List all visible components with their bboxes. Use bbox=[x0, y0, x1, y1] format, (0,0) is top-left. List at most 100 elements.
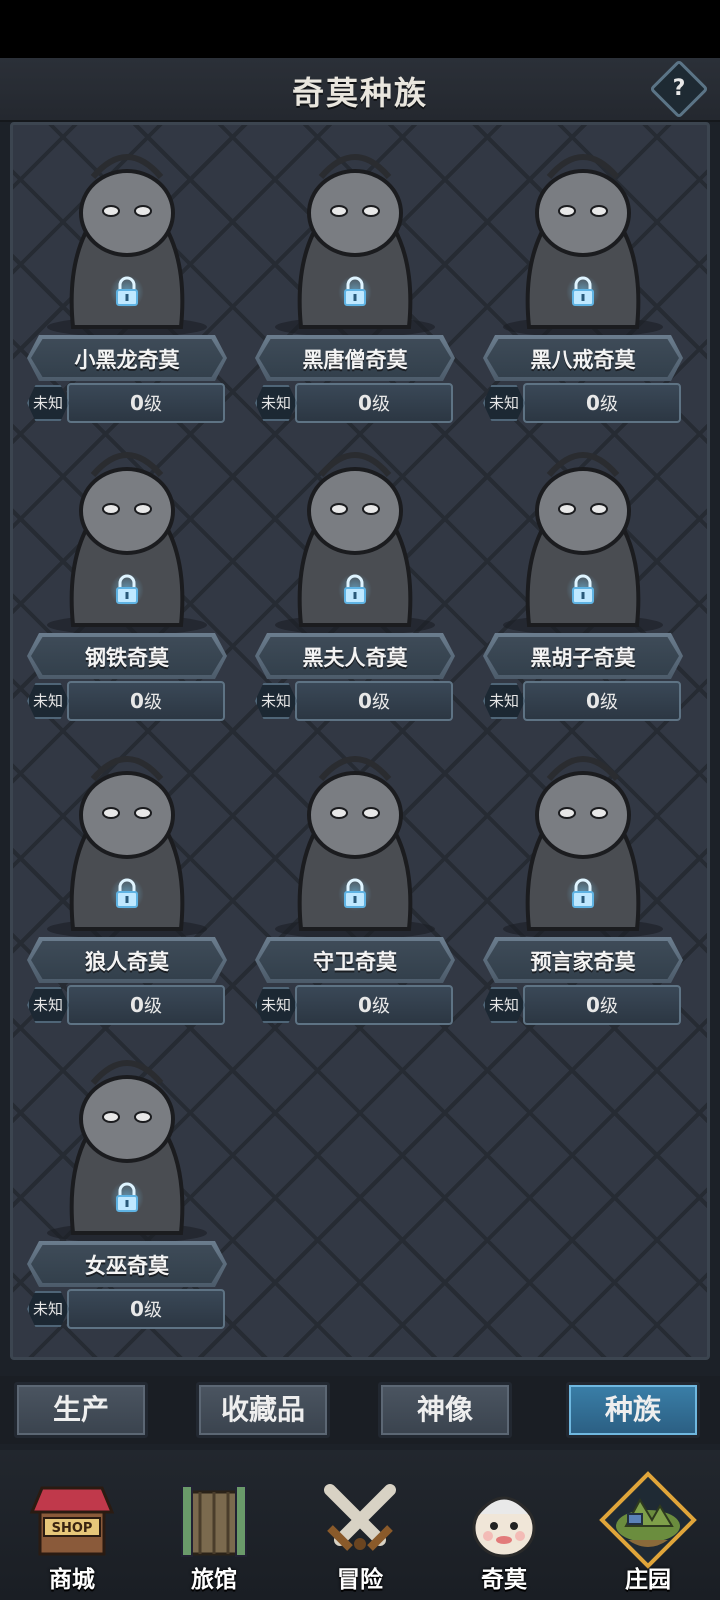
level-unit: 级 bbox=[143, 1300, 162, 1321]
shop-icon: SHOP bbox=[22, 1470, 122, 1570]
nav-shop-label: 商城 bbox=[49, 1567, 95, 1593]
name-banner: 小黑龙奇莫 bbox=[27, 335, 227, 381]
level-row: 0级 未知 bbox=[27, 985, 227, 1025]
nav-inn-label: 旅馆 bbox=[191, 1567, 237, 1593]
level-box: 0级 bbox=[295, 985, 453, 1025]
nav-shop[interactable]: SHOP 商城 bbox=[0, 1450, 144, 1600]
race-card[interactable]: 女巫奇莫 0级 未知 bbox=[19, 1023, 235, 1329]
lock-icon bbox=[110, 1181, 144, 1215]
qimo-character-icon bbox=[454, 1470, 554, 1570]
lock-icon bbox=[110, 275, 144, 309]
level-value: 0 bbox=[358, 993, 372, 1017]
name-banner: 黑胡子奇莫 bbox=[483, 633, 683, 679]
level-value: 0 bbox=[586, 993, 600, 1017]
race-card[interactable]: 狼人奇莫 0级 未知 bbox=[19, 719, 235, 1025]
status-bar bbox=[0, 0, 720, 58]
level-box: 0级 bbox=[67, 985, 225, 1025]
lock-icon bbox=[566, 275, 600, 309]
race-card[interactable]: 黑胡子奇莫 0级 未知 bbox=[475, 415, 691, 721]
status-badge: 未知 bbox=[483, 987, 525, 1023]
name-banner: 黑八戒奇莫 bbox=[483, 335, 683, 381]
status-badge: 未知 bbox=[27, 1291, 69, 1327]
level-value: 0 bbox=[358, 689, 372, 713]
race-card[interactable]: 黑夫人奇莫 0级 未知 bbox=[247, 415, 463, 721]
lock-icon bbox=[566, 877, 600, 911]
race-grid: 小黑龙奇莫 0级 未知 黑唐僧奇莫 0级 未知 黑八戒奇莫 0级 未知 钢铁奇莫 0级 未知 黑夫人奇莫… bbox=[10, 122, 710, 1360]
name-banner: 预言家奇莫 bbox=[483, 937, 683, 983]
level-unit: 级 bbox=[143, 996, 162, 1017]
shop-sign-text: SHOP bbox=[52, 1521, 93, 1536]
page-title: 奇莫种族 bbox=[291, 74, 428, 112]
name-banner: 狼人奇莫 bbox=[27, 937, 227, 983]
level-unit: 级 bbox=[599, 692, 618, 713]
race-name: 小黑龙奇莫 bbox=[74, 348, 180, 372]
lock-icon bbox=[110, 573, 144, 607]
race-card[interactable]: 预言家奇莫 0级 未知 bbox=[475, 719, 691, 1025]
level-unit: 级 bbox=[371, 692, 390, 713]
help-icon: ? bbox=[672, 76, 686, 101]
nav-manor-label: 庄园 bbox=[625, 1567, 671, 1593]
level-value: 0 bbox=[130, 993, 144, 1017]
inn-gate-icon bbox=[164, 1470, 264, 1570]
name-banner: 女巫奇莫 bbox=[27, 1241, 227, 1287]
lock-icon bbox=[338, 877, 372, 911]
level-value: 0 bbox=[358, 391, 372, 415]
name-banner: 钢铁奇莫 bbox=[27, 633, 227, 679]
tab-race[interactable]: 种族 bbox=[566, 1382, 700, 1438]
race-card[interactable]: 钢铁奇莫 0级 未知 bbox=[19, 415, 235, 721]
level-value: 0 bbox=[130, 689, 144, 713]
level-box: 0级 bbox=[67, 681, 225, 721]
tab-collectibles[interactable]: 收藏品 bbox=[196, 1382, 330, 1438]
status-badge: 未知 bbox=[255, 683, 297, 719]
nav-inn[interactable]: 旅馆 bbox=[142, 1450, 286, 1600]
level-row: 0级 未知 bbox=[483, 681, 683, 721]
level-unit: 级 bbox=[599, 394, 618, 415]
level-unit: 级 bbox=[143, 394, 162, 415]
level-unit: 级 bbox=[143, 692, 162, 713]
category-tabs: 生产 收藏品 神像 种族 bbox=[0, 1376, 720, 1444]
race-name: 黑夫人奇莫 bbox=[302, 646, 408, 670]
crossed-swords-icon bbox=[310, 1470, 410, 1570]
race-name: 守卫奇莫 bbox=[313, 950, 397, 974]
nav-manor[interactable]: 庄园 bbox=[576, 1450, 720, 1600]
race-name: 狼人奇莫 bbox=[85, 950, 169, 974]
nav-qimo[interactable]: 奇莫 bbox=[432, 1450, 576, 1600]
name-banner: 黑唐僧奇莫 bbox=[255, 335, 455, 381]
race-name: 黑胡子奇莫 bbox=[530, 646, 636, 670]
manor-island-icon bbox=[598, 1470, 698, 1570]
bottom-nav: SHOP 商城 旅馆 冒险 奇莫 庄园 bbox=[0, 1450, 720, 1600]
level-unit: 级 bbox=[599, 996, 618, 1017]
level-box: 0级 bbox=[67, 1289, 225, 1329]
level-unit: 级 bbox=[371, 996, 390, 1017]
title-bar: 奇莫种族 ? bbox=[0, 58, 720, 122]
level-row: 0级 未知 bbox=[27, 681, 227, 721]
race-name: 预言家奇莫 bbox=[530, 950, 636, 974]
tab-statues[interactable]: 神像 bbox=[378, 1382, 512, 1438]
level-unit: 级 bbox=[371, 394, 390, 415]
status-badge: 未知 bbox=[27, 987, 69, 1023]
race-card[interactable]: 守卫奇莫 0级 未知 bbox=[247, 719, 463, 1025]
name-banner: 黑夫人奇莫 bbox=[255, 633, 455, 679]
lock-icon bbox=[110, 877, 144, 911]
lock-icon bbox=[338, 275, 372, 309]
race-name: 黑唐僧奇莫 bbox=[302, 348, 408, 372]
status-badge: 未知 bbox=[255, 987, 297, 1023]
status-badge: 未知 bbox=[27, 683, 69, 719]
nav-adventure-label: 冒险 bbox=[337, 1567, 383, 1593]
lock-icon bbox=[566, 573, 600, 607]
name-banner: 守卫奇莫 bbox=[255, 937, 455, 983]
race-card[interactable]: 黑唐僧奇莫 0级 未知 bbox=[247, 125, 463, 423]
level-value: 0 bbox=[586, 391, 600, 415]
level-row: 0级 未知 bbox=[27, 1289, 227, 1329]
race-card[interactable]: 黑八戒奇莫 0级 未知 bbox=[475, 125, 691, 423]
race-card[interactable]: 小黑龙奇莫 0级 未知 bbox=[19, 125, 235, 423]
nav-qimo-label: 奇莫 bbox=[481, 1567, 527, 1593]
level-value: 0 bbox=[130, 1297, 144, 1321]
level-box: 0级 bbox=[523, 985, 681, 1025]
tab-production[interactable]: 生产 bbox=[14, 1382, 148, 1438]
status-badge: 未知 bbox=[483, 683, 525, 719]
level-row: 0级 未知 bbox=[483, 985, 683, 1025]
level-row: 0级 未知 bbox=[255, 681, 455, 721]
level-box: 0级 bbox=[295, 681, 453, 721]
nav-adventure[interactable]: 冒险 bbox=[288, 1450, 432, 1600]
